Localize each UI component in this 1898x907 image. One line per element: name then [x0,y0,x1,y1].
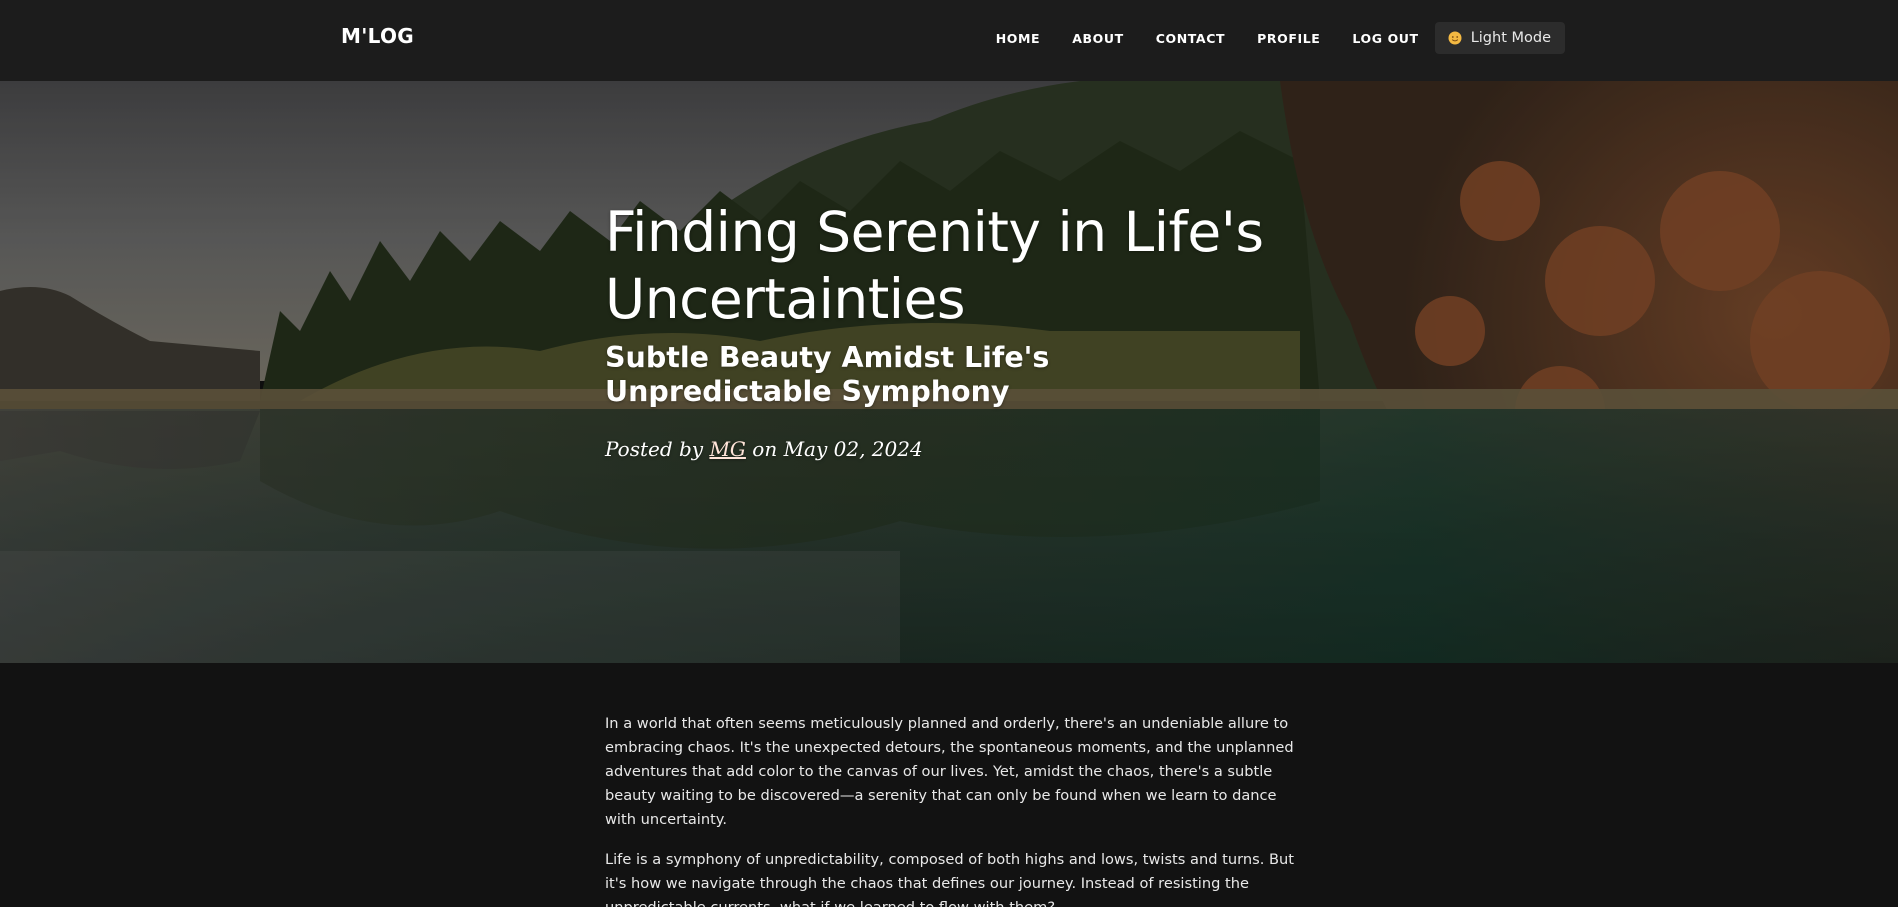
navbar: M'LOG HOME ABOUT CONTACT PROFILE LOG OUT… [0,0,1898,81]
post-meta-prefix: Posted by [605,437,704,461]
post-meta-middle: on [752,437,778,461]
nav-links: HOME ABOUT CONTACT PROFILE LOG OUT Light… [996,22,1565,54]
hero-banner: Finding Serenity in Life's Uncertainties… [0,81,1898,663]
sun-icon [1447,30,1463,46]
post-title: Finding Serenity in Life's Uncertainties [605,200,1264,331]
post-meta: Posted by MG on May 02, 2024 [605,437,1325,461]
nav-logout-link[interactable]: LOG OUT [1352,31,1418,46]
author-link[interactable]: MG [709,437,745,461]
post-heading: Finding Serenity in Life's Uncertainties… [605,199,1325,461]
post-body: In a world that often seems meticulously… [605,712,1295,907]
nav-home-link[interactable]: HOME [996,31,1040,46]
nav-about-link[interactable]: ABOUT [1072,31,1124,46]
nav-contact-link[interactable]: CONTACT [1156,31,1225,46]
light-mode-label: Light Mode [1470,30,1551,46]
brand-logo[interactable]: M'LOG [341,24,414,48]
light-mode-toggle-button[interactable]: Light Mode [1434,22,1565,54]
nav-profile-link[interactable]: PROFILE [1257,31,1320,46]
post-subtitle: Subtle Beauty Amidst Life's Unpredictabl… [605,341,1050,408]
post-paragraph: In a world that often seems meticulously… [605,715,1294,828]
post-paragraph: Life is a symphony of unpredictability, … [605,851,1294,907]
post-date: May 02, 2024 [783,437,923,461]
